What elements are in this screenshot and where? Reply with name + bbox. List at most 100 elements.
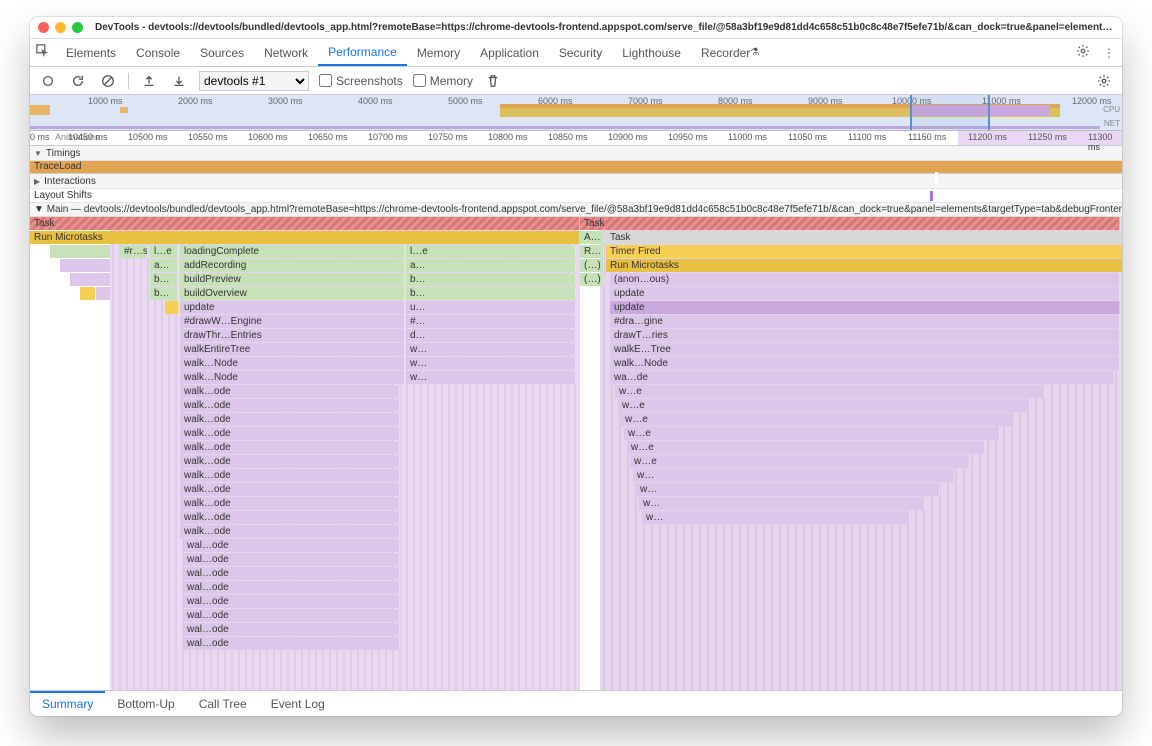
tab-application[interactable]: Application: [470, 39, 549, 66]
minimize-window-button[interactable]: [55, 22, 66, 33]
flame-block[interactable]: d…: [406, 329, 576, 342]
flame-block[interactable]: (…): [580, 259, 604, 272]
flame-block[interactable]: wal…ode: [183, 609, 400, 622]
flame-block[interactable]: loadingComplete: [180, 245, 405, 258]
flame-block[interactable]: walk…ode: [180, 469, 400, 482]
flame-block[interactable]: w…: [639, 497, 925, 510]
flame-block[interactable]: (anon…ous): [610, 273, 1120, 286]
flame-block[interactable]: wal…ode: [183, 553, 400, 566]
interactions-section[interactable]: ▶Interactions: [30, 174, 1122, 189]
tab-event-log[interactable]: Event Log: [259, 691, 337, 716]
flame-block[interactable]: wal…ode: [183, 623, 400, 636]
flame-chart[interactable]: Task Task Run Microtasks A… Task #r…s l……: [30, 217, 1122, 690]
flame-block[interactable]: drawThr…Entries: [180, 329, 405, 342]
flame-run-microtasks[interactable]: Run Microtasks: [30, 231, 580, 244]
tab-lighthouse[interactable]: Lighthouse: [612, 39, 691, 66]
main-thread-header[interactable]: ▼ Main — devtools://devtools/bundled/dev…: [30, 203, 1122, 217]
flame-block[interactable]: walk…Node: [610, 357, 1120, 370]
flame-block[interactable]: a…: [150, 259, 178, 272]
flame-block[interactable]: w…: [406, 343, 576, 356]
flame-block[interactable]: walk…ode: [180, 413, 400, 426]
tab-performance[interactable]: Performance: [318, 39, 407, 66]
flame-block[interactable]: l…e: [406, 245, 576, 258]
flame-block[interactable]: b…: [406, 273, 576, 286]
flame-block[interactable]: walk…ode: [180, 455, 400, 468]
flame-block[interactable]: drawT…ries: [610, 329, 1120, 342]
flame-block[interactable]: addRecording: [180, 259, 405, 272]
flame-block[interactable]: walk…ode: [180, 483, 400, 496]
memory-checkbox[interactable]: Memory: [413, 74, 473, 88]
flame-block[interactable]: w…e: [627, 441, 985, 454]
flame-block[interactable]: walk…ode: [180, 525, 400, 538]
time-ruler[interactable]: Animations 0 ms 10450 ms 10500 ms 10550 …: [30, 131, 1122, 146]
flame-block[interactable]: b…: [406, 287, 576, 300]
close-window-button[interactable]: [38, 22, 49, 33]
flame-block[interactable]: w…: [642, 511, 910, 524]
flame-block[interactable]: walk…ode: [180, 385, 400, 398]
flame-block[interactable]: (…): [580, 273, 604, 286]
tab-security[interactable]: Security: [549, 39, 612, 66]
flame-block[interactable]: a…: [406, 259, 576, 272]
upload-button[interactable]: [139, 71, 159, 91]
clear-button[interactable]: [98, 71, 118, 91]
flame-block[interactable]: walk…Node: [180, 371, 405, 384]
timings-section[interactable]: ▼Timings: [30, 146, 1122, 161]
flame-block[interactable]: wal…ode: [183, 637, 400, 650]
more-icon[interactable]: ⋮: [1096, 46, 1122, 60]
download-button[interactable]: [169, 71, 189, 91]
traceload-bar[interactable]: TraceLoad: [30, 161, 1122, 174]
layout-shifts-row[interactable]: Layout Shifts: [30, 189, 1122, 203]
tab-recorder[interactable]: Recorder ⚗: [691, 39, 769, 66]
flame-block[interactable]: wal…ode: [183, 581, 400, 594]
flame-block[interactable]: w…e: [630, 455, 970, 468]
flame-block[interactable]: buildOverview: [180, 287, 405, 300]
flame-block[interactable]: w…: [406, 371, 576, 384]
flame-block[interactable]: walk…ode: [180, 441, 400, 454]
flame-block[interactable]: A…: [580, 231, 604, 244]
flame-block[interactable]: update: [610, 287, 1120, 300]
flame-block[interactable]: w…e: [624, 427, 1000, 440]
inspect-icon[interactable]: [30, 44, 56, 61]
flame-block[interactable]: w…: [406, 357, 576, 370]
screenshots-checkbox[interactable]: Screenshots: [319, 74, 403, 88]
flame-block[interactable]: #dra…gine: [610, 315, 1120, 328]
flame-block[interactable]: #r…s: [120, 245, 148, 258]
flame-block[interactable]: l…e: [150, 245, 178, 258]
flame-block[interactable]: walkEntireTree: [180, 343, 405, 356]
flame-block[interactable]: w…: [636, 483, 940, 496]
flame-block[interactable]: buildPreview: [180, 273, 405, 286]
tab-elements[interactable]: Elements: [56, 39, 126, 66]
flame-block[interactable]: Timer Fired: [606, 245, 1122, 258]
flame-block[interactable]: Run Microtasks: [606, 259, 1122, 272]
tab-bottom-up[interactable]: Bottom-Up: [105, 691, 186, 716]
flame-block[interactable]: w…e: [621, 413, 1015, 426]
flame-block[interactable]: #…: [406, 315, 576, 328]
profile-select[interactable]: devtools #1: [199, 71, 309, 91]
flame-block[interactable]: walk…ode: [180, 399, 400, 412]
flame-block[interactable]: wal…ode: [183, 595, 400, 608]
tab-memory[interactable]: Memory: [407, 39, 470, 66]
flame-block[interactable]: wal…ode: [183, 567, 400, 580]
reload-button[interactable]: [68, 71, 88, 91]
flame-block[interactable]: walkE…Tree: [610, 343, 1120, 356]
flame-block[interactable]: w…e: [618, 399, 1030, 412]
zoom-window-button[interactable]: [72, 22, 83, 33]
flame-task[interactable]: Task: [580, 217, 1120, 230]
record-button[interactable]: [38, 71, 58, 91]
flame-block[interactable]: walk…Node: [180, 357, 405, 370]
flame-block[interactable]: update: [180, 301, 405, 314]
flame-block[interactable]: walk…ode: [180, 497, 400, 510]
flame-block[interactable]: w…e: [615, 385, 1045, 398]
tab-sources[interactable]: Sources: [190, 39, 254, 66]
tab-console[interactable]: Console: [126, 39, 190, 66]
flame-task[interactable]: Task: [30, 217, 580, 230]
flame-block[interactable]: R…: [580, 245, 604, 258]
capture-settings-icon[interactable]: [1094, 71, 1114, 91]
flame-block[interactable]: [165, 301, 179, 314]
flame-block[interactable]: b…: [150, 287, 178, 300]
timeline-overview[interactable]: 1000 ms 2000 ms 3000 ms 4000 ms 5000 ms …: [30, 95, 1122, 131]
settings-icon[interactable]: [1070, 44, 1096, 61]
flame-block[interactable]: wal…ode: [183, 539, 400, 552]
flame-block[interactable]: update: [610, 301, 1120, 314]
tab-summary[interactable]: Summary: [30, 691, 105, 716]
